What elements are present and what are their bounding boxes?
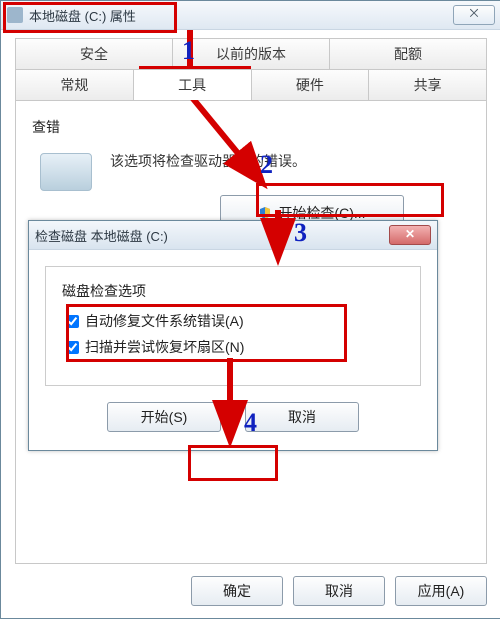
cancel-button[interactable]: 取消 — [293, 576, 385, 606]
option-auto-fix[interactable]: 自动修复文件系统错误(A) — [62, 311, 404, 331]
tab-security[interactable]: 安全 — [15, 38, 173, 69]
ok-button[interactable]: 确定 — [191, 576, 283, 606]
drive-icon — [7, 7, 23, 23]
check-disk-close-button[interactable]: ✕ — [389, 225, 431, 245]
check-disk-title: 检查磁盘 本地磁盘 (C:) — [35, 226, 389, 245]
check-disk-buttons: 开始(S) 取消 — [29, 402, 437, 450]
disk-check-icon — [40, 153, 92, 191]
start-button[interactable]: 开始(S) — [107, 402, 221, 432]
close-button[interactable]: ⨉ — [453, 5, 495, 25]
tab-hardware[interactable]: 硬件 — [252, 69, 370, 100]
check-disk-titlebar: 检查磁盘 本地磁盘 (C:) ✕ — [29, 221, 437, 250]
error-check-desc: 该选项将检查驱动器中的错误。 — [110, 151, 470, 171]
dialog-footer: 确定 取消 应用(A) — [191, 576, 487, 606]
check-disk-body: 磁盘检查选项 自动修复文件系统错误(A) 扫描并尝试恢复坏扇区(N) — [45, 266, 421, 386]
cancel-check-button[interactable]: 取消 — [245, 402, 359, 432]
group-title: 查错 — [32, 117, 470, 137]
titlebar: 本地磁盘 (C:) 属性 ⨉ — [1, 1, 500, 30]
option-auto-fix-label: 自动修复文件系统错误(A) — [85, 311, 244, 331]
checkbox-scan-recover[interactable] — [66, 341, 79, 354]
tab-general[interactable]: 常规 — [15, 69, 134, 100]
tab-share[interactable]: 共享 — [369, 69, 487, 100]
option-scan-recover-label: 扫描并尝试恢复坏扇区(N) — [85, 337, 244, 357]
tab-tools[interactable]: 工具 — [134, 69, 252, 100]
check-disk-dialog: 检查磁盘 本地磁盘 (C:) ✕ 磁盘检查选项 自动修复文件系统错误(A) 扫描… — [28, 220, 438, 451]
error-check-row: 该选项将检查驱动器中的错误。 开始检查(C)... — [32, 145, 470, 231]
checkbox-auto-fix[interactable] — [66, 315, 79, 328]
option-scan-recover[interactable]: 扫描并尝试恢复坏扇区(N) — [62, 337, 404, 357]
tab-previous-versions[interactable]: 以前的版本 — [173, 38, 330, 69]
tabs: 安全 以前的版本 配额 常规 工具 硬件 共享 — [1, 30, 500, 100]
tab-quota[interactable]: 配额 — [330, 38, 487, 69]
apply-button[interactable]: 应用(A) — [395, 576, 487, 606]
window-title: 本地磁盘 (C:) 属性 — [29, 6, 453, 25]
error-check-text: 该选项将检查驱动器中的错误。 开始检查(C)... — [110, 151, 470, 231]
check-disk-section-title: 磁盘检查选项 — [62, 281, 404, 301]
shield-icon — [258, 206, 272, 220]
